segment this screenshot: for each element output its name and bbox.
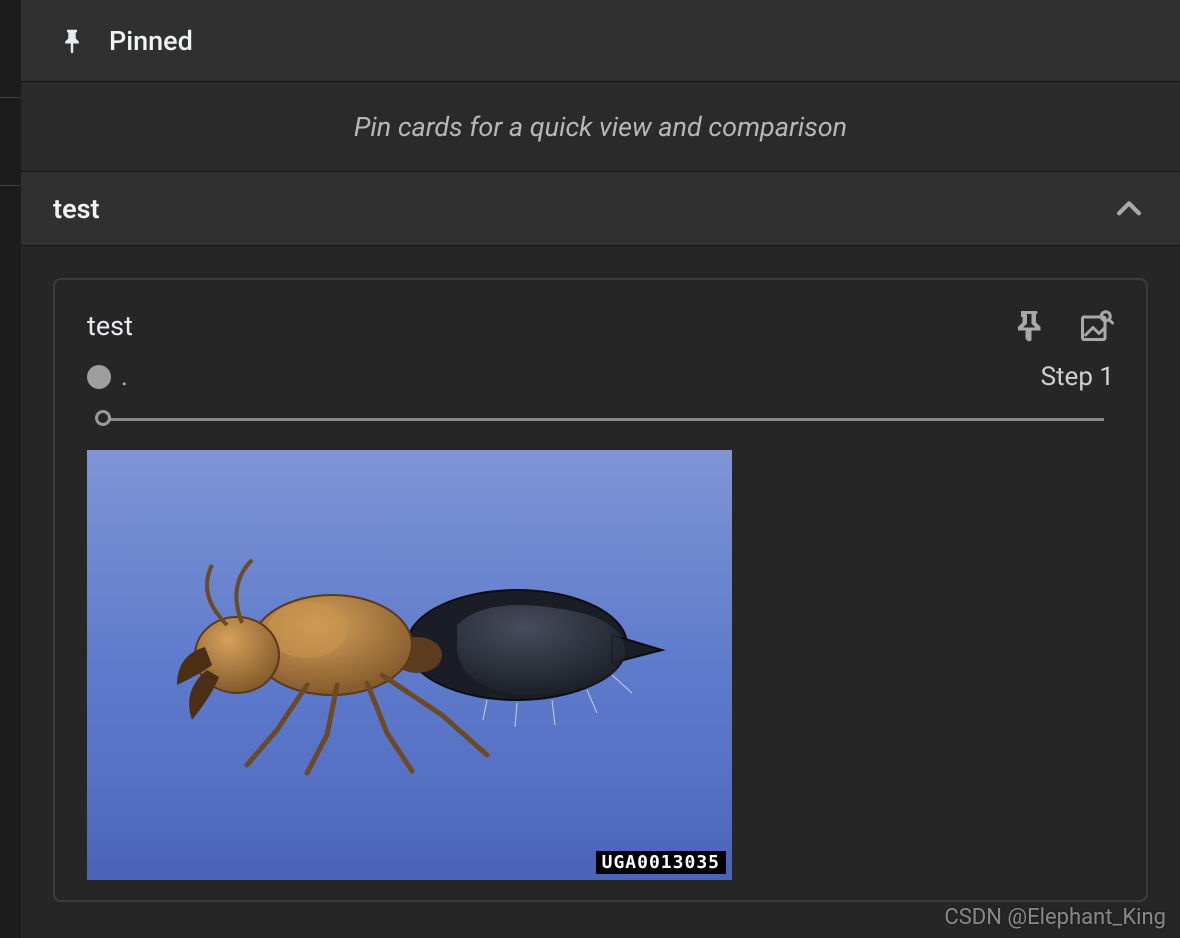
image-search-icon[interactable] xyxy=(1078,308,1114,344)
section-header[interactable]: test xyxy=(21,172,1180,246)
pinned-hint: Pin cards for a quick view and compariso… xyxy=(21,82,1180,172)
run-name: . xyxy=(121,362,128,392)
slider-track xyxy=(97,418,1104,421)
gutter-segment xyxy=(0,98,21,186)
section-title: test xyxy=(53,193,100,225)
pin-card-button[interactable] xyxy=(1012,308,1048,344)
pin-icon xyxy=(57,26,87,56)
image-id-label: UGA0013035 xyxy=(596,851,726,874)
pinned-hint-text: Pin cards for a quick view and compariso… xyxy=(354,111,847,143)
sample-image[interactable]: UGA0013035 xyxy=(87,450,732,880)
watermark: CSDN @Elephant_King xyxy=(944,905,1166,930)
left-gutter xyxy=(0,0,21,938)
card-title: test xyxy=(87,310,133,342)
chevron-up-icon[interactable] xyxy=(1112,192,1146,226)
step-slider[interactable] xyxy=(97,410,1104,428)
gutter-segment xyxy=(0,0,21,98)
pinned-title: Pinned xyxy=(109,25,193,57)
section-body: test xyxy=(21,246,1180,938)
run-color-dot xyxy=(87,365,111,389)
step-label: Step 1 xyxy=(1041,362,1114,392)
pinned-section-header[interactable]: Pinned xyxy=(21,0,1180,82)
slider-thumb[interactable] xyxy=(95,410,111,426)
image-card: test xyxy=(53,278,1148,902)
